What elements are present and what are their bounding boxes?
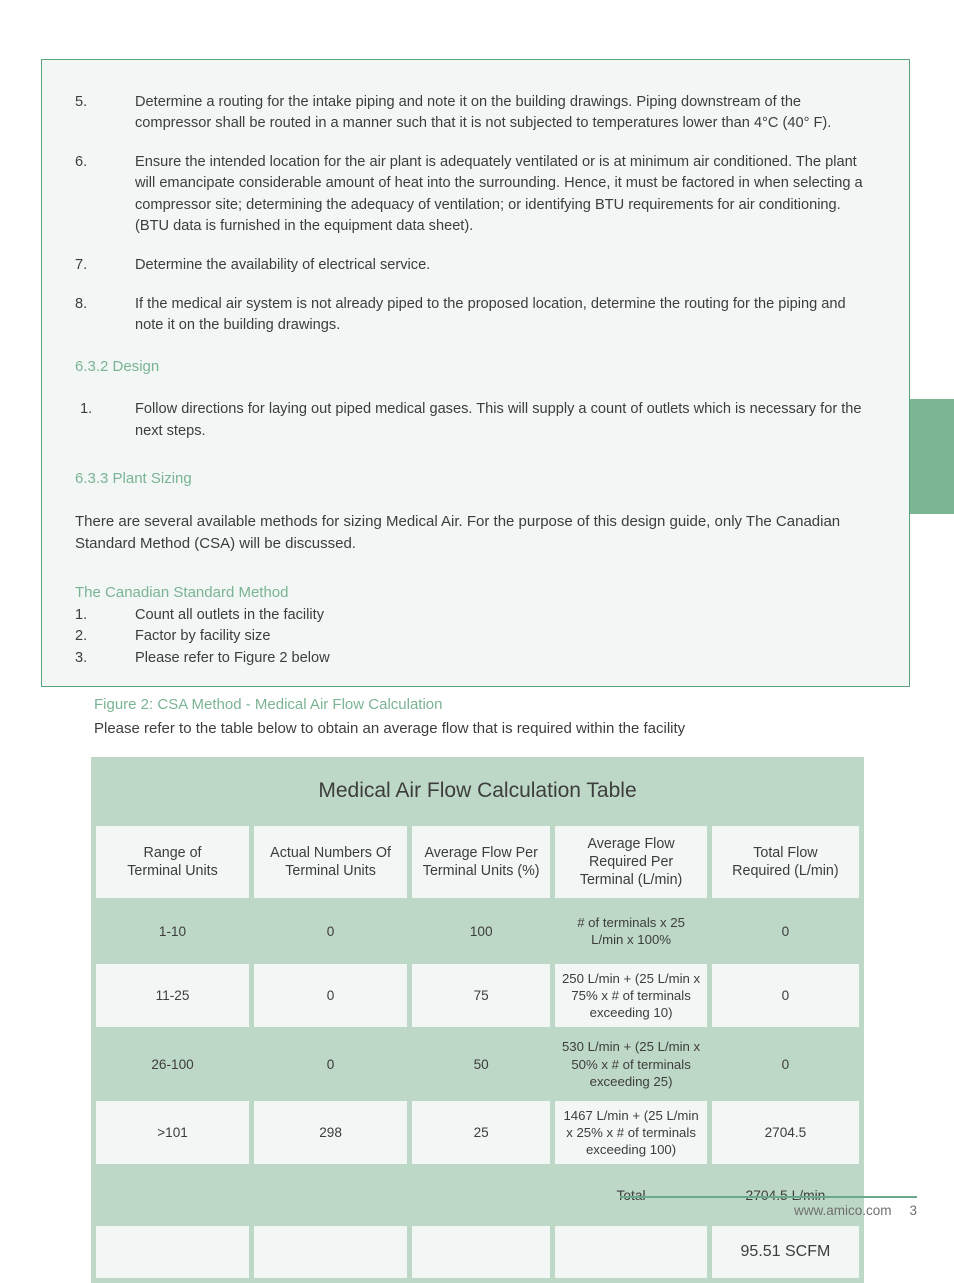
column-header-line: Terminal Units (%)	[422, 863, 540, 879]
column-header-avg-required: Average Flow Required Per Terminal (L/mi…	[555, 826, 707, 898]
column-header-line: Total Flow	[753, 844, 818, 861]
csm-list: 1. Count all outlets in the facility 2. …	[75, 605, 875, 669]
cell-total: 0	[711, 1032, 859, 1096]
list-item-number: 3.	[75, 649, 88, 666]
list-item-number: 1.	[80, 401, 93, 418]
cell-range: 26-100	[96, 1032, 250, 1096]
footer-page-number: 3	[909, 1203, 917, 1218]
list-item-text: If the medical air system is not already…	[135, 296, 846, 334]
table-title-row: Medical Air Flow Calculation Table	[96, 762, 859, 821]
footer-divider	[620, 1196, 917, 1198]
list-item: 5. Determine a routing for the intake pi…	[75, 92, 875, 134]
cell-formula: 530 L/min + (25 L/min x 50% x # of termi…	[555, 1032, 707, 1096]
list-item-text: Count all outlets in the facility	[135, 606, 325, 623]
table-title: Medical Air Flow Calculation Table	[96, 762, 859, 821]
list-item-text: Determine the availability of electrical…	[135, 256, 431, 273]
list-item-number: 8.	[75, 296, 88, 313]
cell-empty	[96, 1169, 250, 1222]
table-conversion-row: 95.51 SCFM	[96, 1226, 859, 1279]
list-item-number: 2.	[75, 628, 88, 645]
list-item: 7. Determine the availability of electri…	[75, 255, 875, 276]
column-header-line: Terminal (L/min)	[579, 872, 683, 889]
cell-total: 2704.5	[711, 1100, 859, 1165]
table-header-row: Range of Terminal Units Actual Numbers O…	[96, 826, 859, 898]
cell-scfm-value: 95.51 SCFM	[711, 1226, 859, 1279]
list-item: 3. Please refer to Figure 2 below	[75, 648, 875, 669]
cell-actual: 0	[254, 964, 408, 1028]
cell-actual: 0	[254, 903, 408, 959]
cell-range: 1-10	[96, 903, 250, 959]
list-item: 8. If the medical air system is not alre…	[75, 294, 875, 336]
list-item-number: 1.	[75, 606, 88, 623]
cell-empty	[412, 1226, 551, 1279]
list-item-text: Follow directions for laying out piped m…	[135, 401, 862, 439]
cell-pct: 25	[412, 1100, 551, 1165]
cell-empty	[254, 1169, 408, 1222]
column-header-line: Average Flow	[587, 835, 675, 852]
cell-actual: 298	[254, 1100, 408, 1165]
section-heading-csm: The Canadian Standard Method	[75, 583, 289, 601]
section-heading-plant-sizing: 6.3.3 Plant Sizing	[75, 469, 192, 487]
list-item-number: 7.	[75, 256, 88, 273]
list-item: 2. Factor by facility size	[75, 626, 875, 647]
column-header-line: Range of	[143, 844, 202, 861]
table-row: >101 298 25 1467 L/min + (25 L/min x 25%…	[96, 1100, 859, 1165]
list-item: 6. Ensure the intended location for the …	[75, 152, 875, 237]
cell-actual: 0	[254, 1032, 408, 1096]
column-header-range: Range of Terminal Units	[96, 826, 250, 898]
cell-pct: 75	[412, 964, 551, 1028]
cell-pct: 100	[412, 903, 551, 959]
cell-range: >101	[96, 1100, 250, 1165]
list-item: 1. Follow directions for laying out pipe…	[75, 399, 875, 441]
footer: www.amico.com 3	[620, 1203, 917, 1218]
column-header-line: Actual Numbers Of	[270, 844, 391, 861]
cell-range: 11-25	[96, 964, 250, 1028]
column-header-line: Terminal Units	[127, 863, 218, 879]
column-header-total-flow: Total Flow Required (L/min)	[711, 826, 859, 898]
cell-total: 0	[711, 964, 859, 1028]
column-header-line: Terminal Units	[285, 863, 376, 879]
list-item-number: 5.	[75, 94, 88, 110]
column-header-line: Required Per	[588, 853, 674, 870]
plant-sizing-paragraph: There are several available methods for …	[75, 512, 841, 553]
content-panel: 5. Determine a routing for the intake pi…	[41, 59, 910, 687]
cell-formula: 250 L/min + (25 L/min x 75% x # of termi…	[555, 964, 707, 1028]
table-row: 26-100 0 50 530 L/min + (25 L/min x 50% …	[96, 1032, 859, 1096]
list-item-text: Factor by facility size	[135, 628, 271, 645]
table-row: 11-25 0 75 250 L/min + (25 L/min x 75% x…	[96, 964, 859, 1028]
list-item-text: Ensure the intended location for the air…	[135, 154, 863, 234]
figure-caption: Figure 2: CSA Method - Medical Air Flow …	[94, 695, 854, 740]
cell-empty	[412, 1169, 551, 1222]
cell-empty	[254, 1226, 408, 1279]
table-row: 1-10 0 100 # of terminals x 25 L/min x 1…	[96, 903, 859, 959]
cell-pct: 50	[412, 1032, 551, 1096]
list-item-text: Please refer to Figure 2 below	[135, 649, 330, 666]
column-header-line: Average Flow Per	[424, 844, 538, 861]
cell-empty	[96, 1226, 250, 1279]
cell-total: 0	[711, 903, 859, 959]
list-item-text: Determine a routing for the intake pipin…	[135, 94, 832, 132]
figure-title: Figure 2: CSA Method - Medical Air Flow …	[94, 696, 443, 713]
column-header-actual: Actual Numbers Of Terminal Units	[254, 826, 408, 898]
cell-formula: # of terminals x 25 L/min x 100%	[555, 903, 707, 959]
list-item: 1. Count all outlets in the facility	[75, 605, 875, 626]
cell-formula: 1467 L/min + (25 L/min x 25% x # of term…	[555, 1100, 707, 1165]
cell-empty	[555, 1226, 707, 1279]
column-header-avg-pct: Average Flow Per Terminal Units (%)	[412, 826, 551, 898]
column-header-line: Required (L/min)	[732, 863, 839, 879]
figure-subtitle: Please refer to the table below to obtai…	[94, 720, 686, 738]
footer-website: www.amico.com	[793, 1203, 892, 1218]
section-heading-design: 6.3.2 Design	[75, 358, 160, 376]
list-item-number: 6.	[75, 154, 88, 171]
